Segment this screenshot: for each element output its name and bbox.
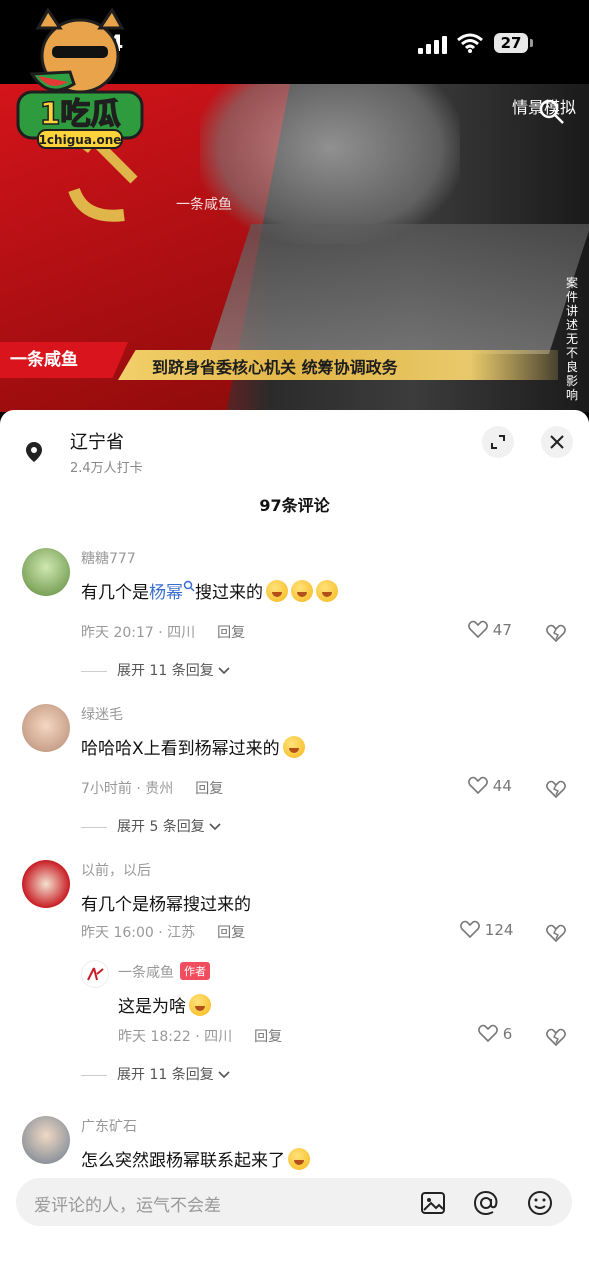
signal-icon [418,36,448,54]
reply-text: 这是为啥 [118,992,211,1017]
chevron-down-icon [218,667,230,675]
shush-emoji-icon [189,994,211,1016]
dislike-icon[interactable] [545,622,567,642]
sweat-emoji-icon [288,1148,310,1170]
avatar[interactable] [22,1116,70,1164]
comment-time-location: 昨天 16:00 · 江苏 [81,925,196,941]
wifi-icon [457,33,483,53]
dislike-icon[interactable] [545,1026,567,1046]
like-count: 44 [492,777,512,795]
dislike-icon[interactable] [545,778,567,798]
avatar[interactable] [22,704,70,752]
image-icon[interactable] [420,1190,446,1216]
caption-text: 到跻身省委核心机关 统筹协调政务 [152,358,398,377]
grin-emoji-icon [282,736,305,758]
comment-time-location: 昨天 20:17 · 四川 [81,625,196,641]
heart-icon [478,1024,498,1043]
divider [81,826,107,828]
comment-username[interactable]: 以前，以后 [81,860,151,880]
comment-input-placeholder: 爱评论的人，运气不会差 [34,1196,221,1216]
expand-replies-button[interactable]: 展开 5 条回复 [81,816,221,836]
author-logo-icon [87,967,104,981]
author-avatar[interactable] [81,960,109,988]
laugh-emoji-icon [291,580,313,602]
avatar[interactable] [22,860,70,908]
expand-replies-button[interactable]: 展开 11 条回复 [81,1064,230,1084]
channel-tag: 一条咸鱼 [0,342,128,378]
comment-text: 有几个是杨幂搜过来的 [81,895,251,915]
like-count: 124 [484,921,514,939]
author-badge: 作者 [180,962,210,980]
comment-text-part: 有几个是 [81,583,149,603]
location-pin-icon [26,442,42,462]
side-vertical-note: 案件讲述 无不良影响 [566,276,579,402]
search-link[interactable]: 杨幂 [149,583,183,603]
comment-time-location: 7小时前 · 贵州 [81,781,174,797]
heart-icon [468,776,488,795]
reply-button[interactable]: 回复 [217,925,245,941]
video-person-blur [200,84,460,244]
comment-meta: 7小时前 · 贵州 回复 [81,778,223,798]
comment-username[interactable]: 绿迷毛 [81,704,123,724]
divider [81,670,107,672]
like-button[interactable]: 47 [468,620,512,639]
comment-meta: 昨天 16:00 · 江苏 回复 [81,922,245,942]
chevron-down-icon [218,1071,230,1079]
reply-time-location: 昨天 18:22 · 四川 [118,1029,233,1045]
reply-button[interactable]: 回复 [254,1029,282,1045]
heart-icon [460,920,480,939]
site-logo: 1吃瓜 1chigua.one [16,7,144,149]
comment-text-part: 搜过来的 [195,583,263,603]
comments-count: 97条评论 [259,496,330,515]
like-count: 6 [502,1025,513,1043]
reply-username[interactable]: 一条咸鱼 作者 [118,962,210,982]
laugh-emoji-icon [316,580,338,602]
comment-input[interactable]: 爱评论的人，运气不会差 [16,1178,572,1226]
logo-brand: 1吃瓜 [40,97,121,132]
dislike-icon[interactable] [545,922,567,942]
mention-icon[interactable] [473,1190,499,1216]
logo-site: 1chigua.one [39,133,122,147]
reply-username-text: 一条咸鱼 [118,965,174,981]
search-icon[interactable] [538,98,566,126]
heart-icon [468,620,488,639]
reply-meta: 昨天 18:22 · 四川 回复 [118,1026,282,1046]
avatar[interactable] [22,548,70,596]
video-watermark: 一条咸鱼 [176,197,232,213]
battery-indicator: 27 [494,33,533,53]
reply-text-part: 这是为啥 [118,997,186,1017]
like-button[interactable]: 44 [468,776,512,795]
comment-text-part: 哈哈哈X上看到杨幂过来的 [81,739,280,759]
search-small-icon [183,580,195,592]
divider [81,1074,107,1076]
comments-panel: 辽宁省 2.4万人打卡 97条评论 糖糖777 有几个是杨幂 搜过来的 昨天 20… [0,410,589,1280]
comment-text: 有几个是杨幂搜过来的 [81,578,338,603]
expand-icon [491,435,505,449]
expand-replies-label: 展开 5 条回复 [117,819,205,835]
comment-username[interactable]: 广东矿石 [81,1116,137,1136]
close-icon [550,435,564,449]
laugh-emoji-icon [266,580,288,602]
comment-text-part: 怎么突然跟杨幂联系起来了 [81,1151,285,1171]
emoji-icon[interactable] [527,1190,553,1216]
like-button[interactable]: 124 [460,920,513,939]
reply-button[interactable]: 回复 [217,625,245,641]
expand-replies-label: 展开 11 条回复 [117,1067,214,1083]
close-button[interactable] [541,426,573,458]
expand-replies-label: 展开 11 条回复 [117,663,214,679]
comment-text: 怎么突然跟杨幂联系起来了 [81,1146,310,1171]
chevron-down-icon [209,823,221,831]
location-title[interactable]: 辽宁省 [70,428,124,454]
reply-button[interactable]: 回复 [195,781,223,797]
like-button[interactable]: 6 [478,1024,512,1043]
video-desk [208,224,589,354]
comment-username[interactable]: 糖糖777 [81,548,136,568]
expand-button[interactable] [482,426,514,458]
expand-replies-button[interactable]: 展开 11 条回复 [81,660,230,680]
caption-bar: 到跻身省委核心机关 统筹协调政务 [118,350,558,380]
comment-text: 哈哈哈X上看到杨幂过来的 [81,734,305,759]
location-subtitle: 2.4万人打卡 [70,461,143,476]
comment-meta: 昨天 20:17 · 四川 回复 [81,622,245,642]
like-count: 47 [492,621,512,639]
